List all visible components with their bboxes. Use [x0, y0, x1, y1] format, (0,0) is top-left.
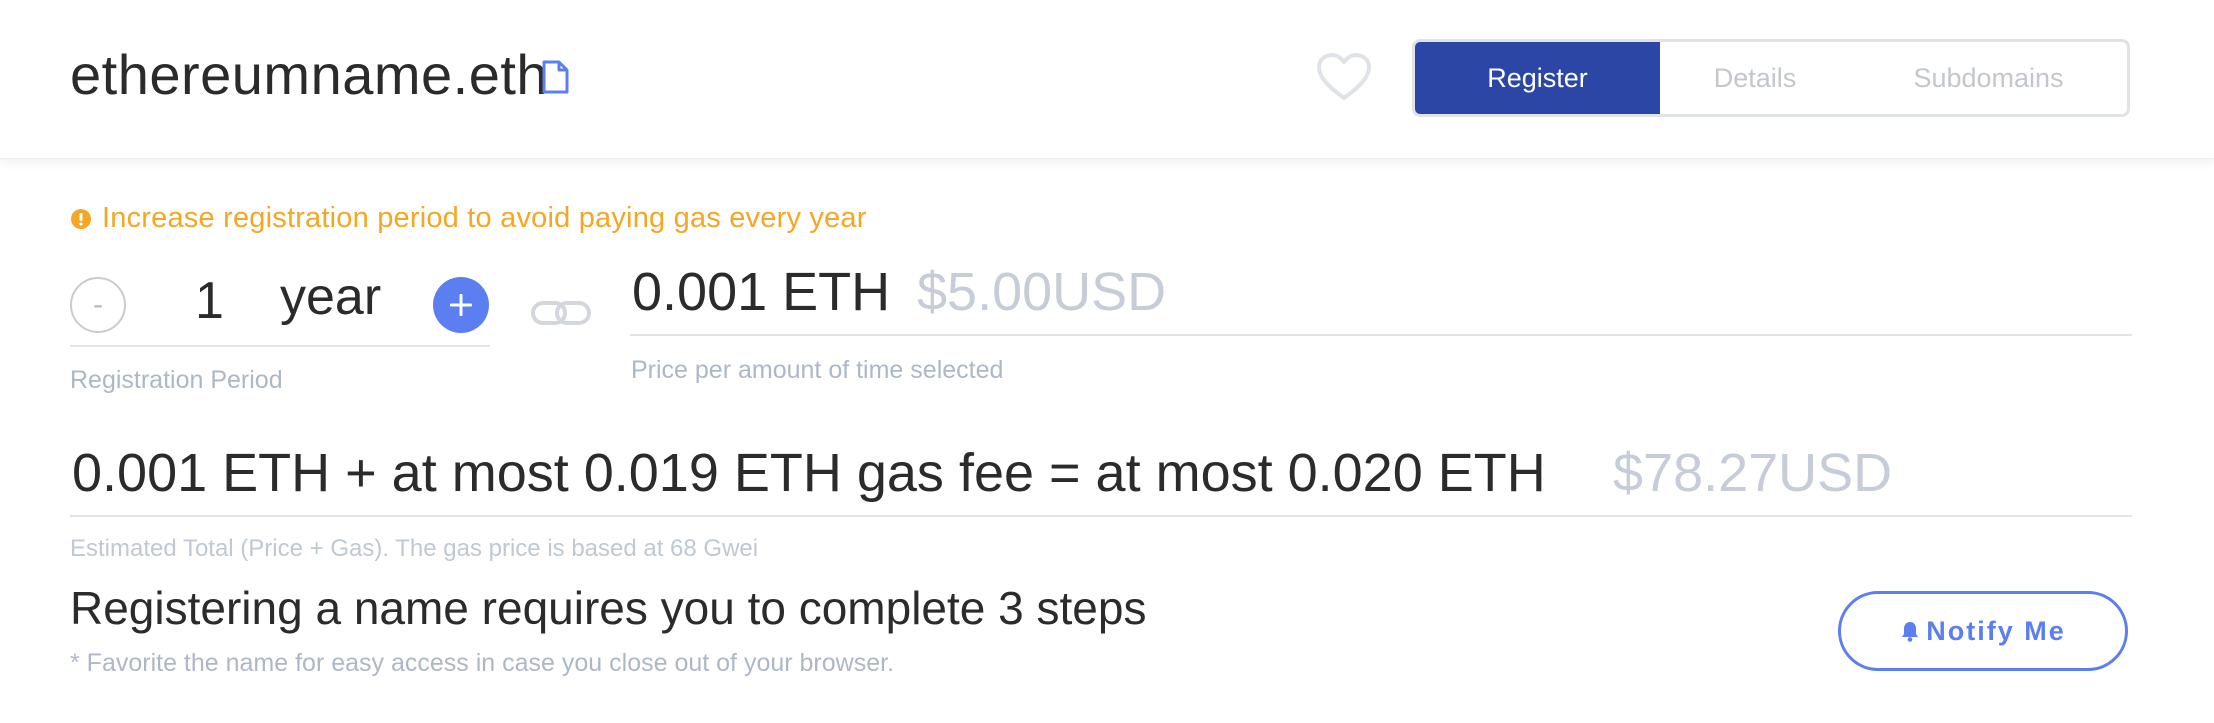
bell-icon: [1902, 622, 1919, 642]
total-usd: $78.27USD: [1613, 443, 1893, 503]
tab-bar: Register Details Subdomains: [1412, 39, 2130, 117]
tab-details[interactable]: Details: [1660, 42, 1850, 114]
steps-title: Registering a name requires you to compl…: [70, 582, 1147, 634]
increment-year-button[interactable]: [433, 277, 489, 333]
tab-register[interactable]: Register: [1415, 42, 1660, 114]
domain-title: ethereumname.eth: [70, 43, 549, 106]
favorite-note: * Favorite the name for easy access in c…: [70, 649, 895, 677]
warning-text: Increase registration period to avoid pa…: [102, 202, 867, 234]
tab-subdomains[interactable]: Subdomains: [1850, 42, 2127, 114]
heart-icon[interactable]: [1316, 52, 1372, 102]
registration-period-stepper: - 1 year: [70, 263, 490, 347]
notify-me-label: Notify Me: [1926, 615, 2066, 646]
register-page: ethereumname.eth Register Details Subdom…: [0, 0, 2214, 723]
header: ethereumname.eth Register Details Subdom…: [0, 0, 2214, 159]
price-label: Price per amount of time selected: [631, 356, 1004, 384]
price-usd: $5.00USD: [917, 262, 1167, 322]
notify-me-button[interactable]: Notify Me: [1838, 591, 2128, 671]
price-row: 0.001 ETH $5.00USD: [630, 256, 2132, 336]
total-eth: 0.001 ETH + at most 0.019 ETH gas fee = …: [72, 443, 1546, 503]
years-value: 1: [195, 272, 224, 330]
total-label: Estimated Total (Price + Gas). The gas p…: [70, 535, 759, 562]
copy-document-icon[interactable]: [542, 60, 569, 94]
years-unit: year: [280, 268, 382, 326]
registration-period-label: Registration Period: [70, 366, 283, 394]
plus-icon: [450, 294, 472, 316]
chain-link-icon: [531, 301, 591, 325]
decrement-year-button[interactable]: -: [70, 277, 126, 333]
gas-warning: Increase registration period to avoid pa…: [70, 202, 867, 235]
exclamation-circle-icon: [71, 208, 91, 229]
price-eth: 0.001 ETH: [632, 262, 891, 322]
total-row: 0.001 ETH + at most 0.019 ETH gas fee = …: [70, 435, 2132, 517]
